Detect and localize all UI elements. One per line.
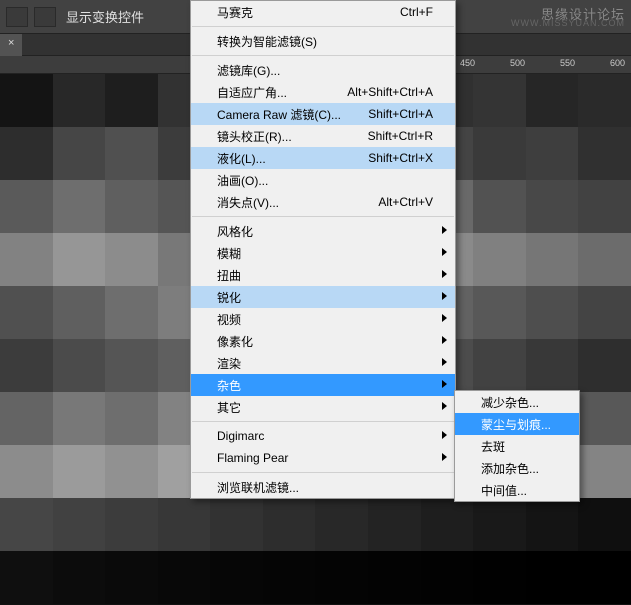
menu-item-label: 杂色 bbox=[217, 377, 433, 394]
submenu-arrow-icon bbox=[442, 270, 447, 278]
ruler-tick: 550 bbox=[560, 58, 575, 68]
menu-item-shortcut: Alt+Shift+Ctrl+A bbox=[335, 85, 433, 99]
watermark-text: WWW.MISSYUAN.COM bbox=[511, 18, 625, 28]
submenu-arrow-icon bbox=[442, 453, 447, 461]
submenu-item[interactable]: 减少杂色... bbox=[455, 391, 579, 413]
menu-item[interactable]: Digimarc bbox=[191, 425, 455, 447]
menu-item[interactable]: 滤镜库(G)... bbox=[191, 59, 455, 81]
menu-item[interactable]: 像素化 bbox=[191, 330, 455, 352]
submenu-item[interactable]: 蒙尘与划痕... bbox=[455, 413, 579, 435]
tool-swatch-2[interactable] bbox=[34, 7, 56, 27]
menu-item-label: 液化(L)... bbox=[217, 150, 356, 167]
menu-item-shortcut: Shift+Ctrl+R bbox=[356, 129, 433, 143]
menu-item-label: 模糊 bbox=[217, 245, 433, 262]
menu-item-shortcut: Shift+Ctrl+A bbox=[356, 107, 433, 121]
submenu-item-label: 去斑 bbox=[481, 438, 557, 455]
menu-item[interactable]: 渲染 bbox=[191, 352, 455, 374]
menu-item-label: Flaming Pear bbox=[217, 451, 433, 465]
submenu-arrow-icon bbox=[442, 248, 447, 256]
menu-item[interactable]: 自适应广角...Alt+Shift+Ctrl+A bbox=[191, 81, 455, 103]
menu-item[interactable]: 液化(L)...Shift+Ctrl+X bbox=[191, 147, 455, 169]
menu-item-label: 其它 bbox=[217, 399, 433, 416]
menu-item[interactable]: 镜头校正(R)...Shift+Ctrl+R bbox=[191, 125, 455, 147]
transform-controls-checkbox-label[interactable]: 显示变换控件 bbox=[66, 7, 144, 26]
menu-item-shortcut: Ctrl+F bbox=[388, 5, 433, 19]
menu-item[interactable]: 杂色 bbox=[191, 374, 455, 396]
noise-submenu: 减少杂色... 蒙尘与划痕... 去斑添加杂色... 中间值... bbox=[454, 390, 580, 502]
document-tab[interactable]: × bbox=[0, 34, 22, 56]
menu-separator bbox=[192, 55, 454, 56]
menu-item[interactable]: 视频 bbox=[191, 308, 455, 330]
menu-separator bbox=[192, 472, 454, 473]
menu-item[interactable]: 模糊 bbox=[191, 242, 455, 264]
ruler-tick: 500 bbox=[510, 58, 525, 68]
menu-item[interactable]: 锐化 bbox=[191, 286, 455, 308]
menu-item[interactable]: 马赛克Ctrl+F bbox=[191, 1, 455, 23]
menu-item-label: 浏览联机滤镜... bbox=[217, 479, 433, 496]
menu-item-label: 油画(O)... bbox=[217, 172, 433, 189]
menu-separator bbox=[192, 26, 454, 27]
submenu-item[interactable]: 添加杂色... bbox=[455, 457, 579, 479]
menu-item[interactable]: 浏览联机滤镜... bbox=[191, 476, 455, 498]
menu-item[interactable]: Flaming Pear bbox=[191, 447, 455, 469]
menu-item[interactable]: 风格化 bbox=[191, 220, 455, 242]
submenu-item-label: 中间值... bbox=[481, 482, 557, 499]
menu-item-label: 镜头校正(R)... bbox=[217, 128, 356, 145]
menu-item-label: Camera Raw 滤镜(C)... bbox=[217, 106, 356, 123]
menu-separator bbox=[192, 216, 454, 217]
ruler-tick: 450 bbox=[460, 58, 475, 68]
menu-item-label: 像素化 bbox=[217, 333, 433, 350]
menu-item[interactable]: Camera Raw 滤镜(C)...Shift+Ctrl+A bbox=[191, 103, 455, 125]
menu-item-label: 渲染 bbox=[217, 355, 433, 372]
submenu-arrow-icon bbox=[442, 314, 447, 322]
submenu-item[interactable]: 中间值... bbox=[455, 479, 579, 501]
menu-item-label: 自适应广角... bbox=[217, 84, 335, 101]
tab-close-icon[interactable]: × bbox=[8, 37, 14, 49]
menu-item-label: 扭曲 bbox=[217, 267, 433, 284]
menu-item[interactable]: 油画(O)... bbox=[191, 169, 455, 191]
submenu-item-label: 减少杂色... bbox=[481, 394, 557, 411]
submenu-arrow-icon bbox=[442, 226, 447, 234]
ruler-tick: 600 bbox=[610, 58, 625, 68]
filter-menu: 马赛克Ctrl+F转换为智能滤镜(S)滤镜库(G)...自适应广角...Alt+… bbox=[190, 0, 456, 499]
menu-item[interactable]: 扭曲 bbox=[191, 264, 455, 286]
submenu-arrow-icon bbox=[442, 402, 447, 410]
submenu-item[interactable]: 去斑 bbox=[455, 435, 579, 457]
submenu-arrow-icon bbox=[442, 292, 447, 300]
submenu-item-label: 蒙尘与划痕... bbox=[481, 416, 557, 433]
submenu-item-label: 添加杂色... bbox=[481, 460, 557, 477]
submenu-arrow-icon bbox=[442, 431, 447, 439]
submenu-arrow-icon bbox=[442, 380, 447, 388]
submenu-arrow-icon bbox=[442, 336, 447, 344]
menu-separator bbox=[192, 421, 454, 422]
menu-item-label: 马赛克 bbox=[217, 4, 388, 21]
menu-item[interactable]: 其它 bbox=[191, 396, 455, 418]
menu-item-label: 消失点(V)... bbox=[217, 194, 366, 211]
menu-item-shortcut: Shift+Ctrl+X bbox=[356, 151, 433, 165]
menu-item[interactable]: 转换为智能滤镜(S) bbox=[191, 30, 455, 52]
menu-item-label: Digimarc bbox=[217, 429, 433, 443]
menu-item[interactable]: 消失点(V)...Alt+Ctrl+V bbox=[191, 191, 455, 213]
tool-swatch[interactable] bbox=[6, 7, 28, 27]
menu-item-shortcut: Alt+Ctrl+V bbox=[366, 195, 433, 209]
menu-item-label: 视频 bbox=[217, 311, 433, 328]
menu-item-label: 转换为智能滤镜(S) bbox=[217, 33, 433, 50]
menu-item-label: 锐化 bbox=[217, 289, 433, 306]
submenu-arrow-icon bbox=[442, 358, 447, 366]
menu-item-label: 风格化 bbox=[217, 223, 433, 240]
menu-item-label: 滤镜库(G)... bbox=[217, 62, 433, 79]
